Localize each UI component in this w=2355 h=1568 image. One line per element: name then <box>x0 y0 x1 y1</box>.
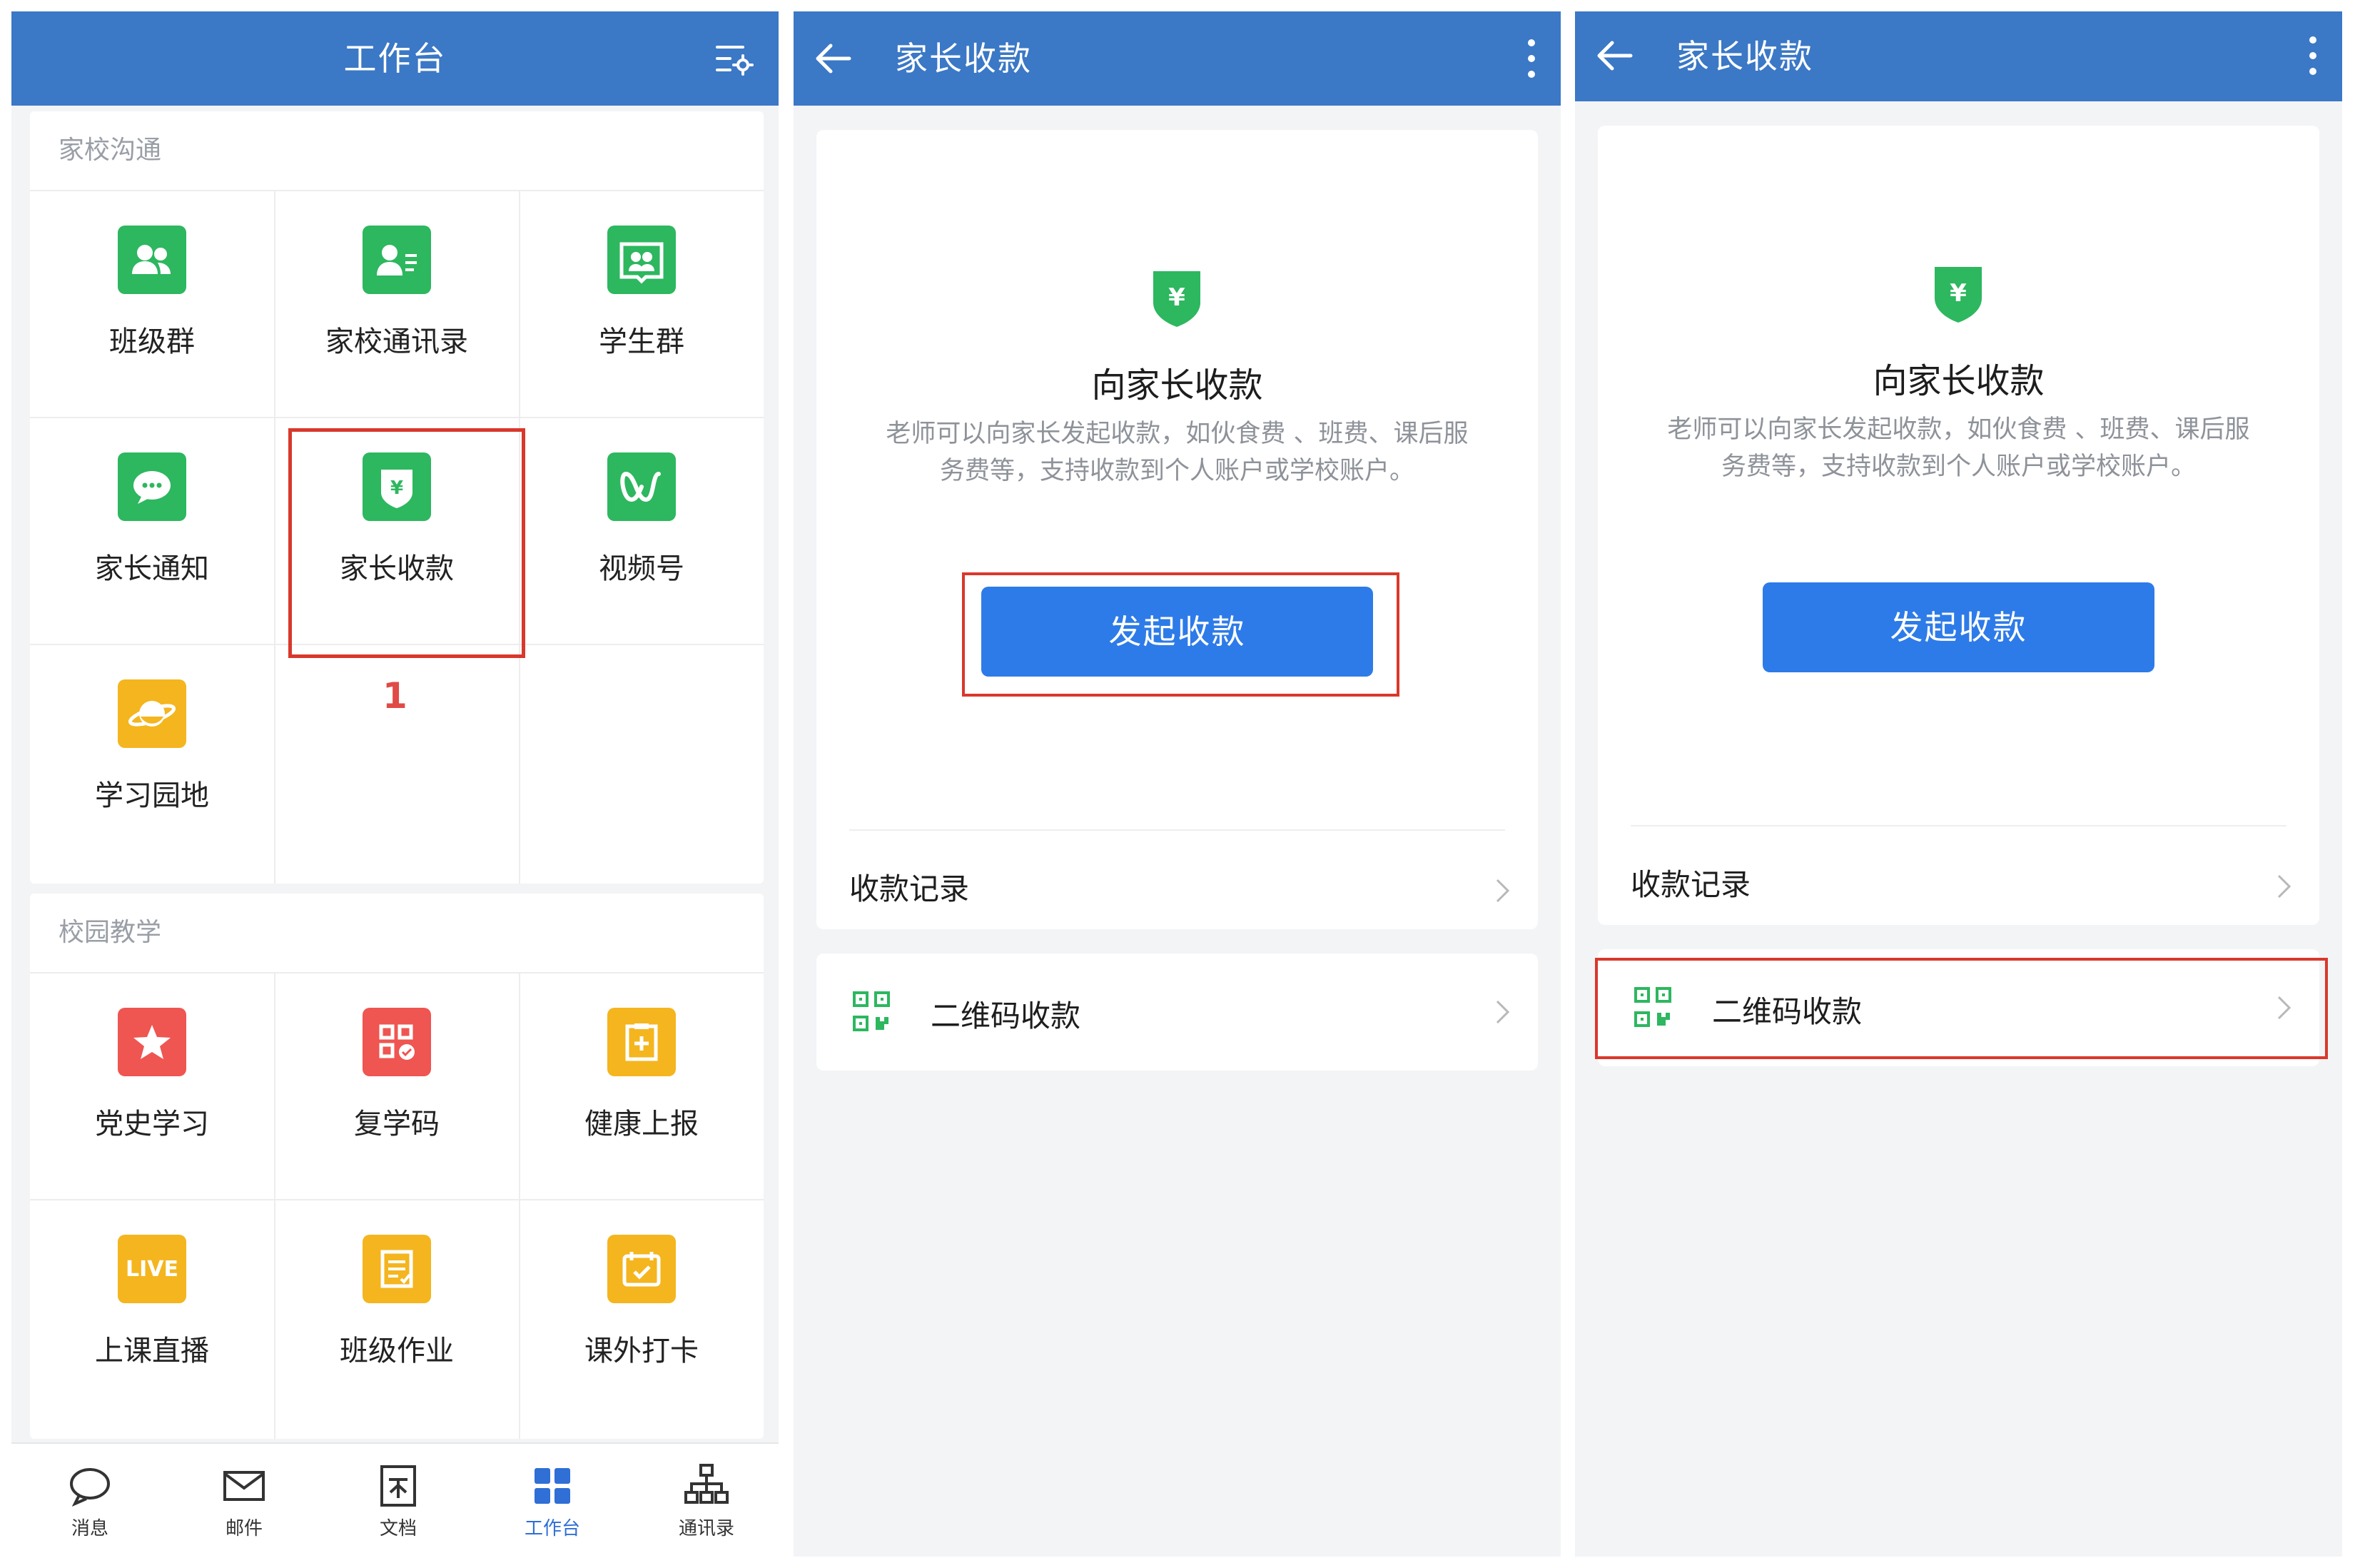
app-party-history[interactable]: 党史学习 <box>30 972 274 1199</box>
more-vertical-icon[interactable] <box>1526 37 1536 80</box>
card-description: 老师可以向家长发起收款，如伙食费 、班费、课后服 务费等，支持收款到个人账户或学… <box>873 415 1481 490</box>
app-study-garden[interactable]: 学习园地 <box>30 644 274 871</box>
chevron-right-icon[interactable] <box>1495 878 1511 904</box>
app-label: 复学码 <box>354 1108 440 1140</box>
section-title: 校园教学 <box>59 918 162 947</box>
app-return-code[interactable]: 复学码 <box>275 972 519 1199</box>
page-title: 工作台 <box>343 39 447 78</box>
nav-messages[interactable]: 消息 <box>19 1455 161 1555</box>
org-chart-icon <box>684 1464 729 1504</box>
start-payment-button[interactable]: 发起收款 <box>1763 582 2154 672</box>
top-bar: 家长收款 <box>794 11 1561 106</box>
nav-label: 邮件 <box>225 1518 263 1539</box>
app-label: 学生群 <box>599 325 684 358</box>
parent-payment-screen-qr: 家长收款 ¥ 向家长收款 老师可以向家长发起收款，如伙食费 、班费、课后服 务费… <box>1575 11 2342 1557</box>
top-bar: 家长收款 <box>1575 11 2342 101</box>
payment-records-label[interactable]: 收款记录 <box>849 865 969 909</box>
description-line: 务费等，支持收款到个人账户或学校账户。 <box>939 457 1414 485</box>
chevron-right-icon[interactable] <box>2276 874 2292 899</box>
mail-icon <box>223 1471 265 1501</box>
app-label: 健康上报 <box>584 1108 699 1140</box>
qr-payment-row[interactable]: 二维码收款 <box>816 954 1538 1071</box>
description-line: 老师可以向家长发起收款，如伙食费 、班费、课后服 <box>886 420 1469 448</box>
section-title: 家校沟通 <box>59 136 162 165</box>
card-title: 向家长收款 <box>1091 365 1263 405</box>
qr-payment-label: 二维码收款 <box>931 998 1081 1033</box>
payment-card: ¥ 向家长收款 老师可以向家长发起收款，如伙食费 、班费、课后服 务费等，支持收… <box>816 130 1538 929</box>
app-label: 党史学习 <box>95 1108 209 1140</box>
app-contacts[interactable]: 家校通讯录 <box>275 190 519 417</box>
app-label: 班级作业 <box>340 1335 454 1367</box>
nav-label: 工作台 <box>524 1518 580 1539</box>
app-student-group[interactable]: 学生群 <box>520 190 764 417</box>
highlight-box <box>288 428 525 658</box>
planet-icon <box>118 679 186 748</box>
nav-docs[interactable]: 文档 <box>327 1455 470 1555</box>
app-label: 家长通知 <box>95 552 209 585</box>
qr-code-icon <box>853 991 890 1031</box>
divider <box>849 829 1505 831</box>
nav-mail[interactable]: 邮件 <box>173 1455 315 1555</box>
app-label: 上课直播 <box>95 1335 209 1367</box>
highlight-box <box>962 572 1399 697</box>
app-label: 家校通讯录 <box>325 325 468 358</box>
nav-label: 通讯录 <box>678 1518 734 1539</box>
nav-label: 消息 <box>71 1518 108 1539</box>
payment-card: ¥ 向家长收款 老师可以向家长发起收款，如伙食费 、班费、课后服 务费等，支持收… <box>1598 126 2319 925</box>
payment-shield-icon: ¥ <box>1153 271 1200 327</box>
app-label: 学习园地 <box>95 779 209 812</box>
document-icon <box>380 1465 416 1507</box>
nav-contacts[interactable]: 通讯录 <box>635 1455 778 1555</box>
app-after-school-checkin[interactable]: 课外打卡 <box>520 1199 764 1426</box>
app-parent-notice[interactable]: 家长通知 <box>30 417 274 644</box>
app-class-group[interactable]: 班级群 <box>30 190 274 417</box>
message-icon <box>70 1468 110 1507</box>
back-arrow-icon[interactable] <box>1595 36 1635 76</box>
step-number: 1 <box>383 675 407 717</box>
app-label: 班级群 <box>109 325 195 358</box>
parent-payment-screen: 家长收款 ¥ 向家长收款 老师可以向家长发起收款，如伙食费 、班费、课后服 务费… <box>794 11 1561 1557</box>
star-icon <box>118 1008 186 1076</box>
app-video-channel[interactable]: 视频号 <box>520 417 764 644</box>
bottom-nav: 消息 邮件 文档 工作台 通讯录 <box>11 1442 779 1557</box>
description-line: 老师可以向家长发起收款，如伙食费 、班费、课后服 <box>1667 415 2250 444</box>
live-icon: LIVE <box>118 1235 186 1303</box>
workbench-icon <box>535 1468 570 1504</box>
svg-text:¥: ¥ <box>1950 279 1967 308</box>
app-label: 课外打卡 <box>584 1335 699 1367</box>
payment-shield-icon: ¥ <box>1935 267 1982 323</box>
check-in-icon <box>607 1235 676 1303</box>
more-vertical-icon[interactable] <box>2308 34 2318 77</box>
video-channel-icon <box>607 452 676 521</box>
group-icon <box>118 226 186 294</box>
nav-workbench[interactable]: 工作台 <box>481 1455 624 1555</box>
page-title: 家长收款 <box>1676 37 1813 76</box>
description-line: 务费等，支持收款到个人账户或学校账户。 <box>1721 452 2196 481</box>
app-class-homework[interactable]: 班级作业 <box>275 1199 519 1426</box>
contact-card-icon <box>363 226 431 294</box>
chat-bubble-icon <box>118 452 186 521</box>
nav-label: 文档 <box>379 1518 417 1539</box>
live-icon-text: LIVE <box>126 1257 178 1282</box>
workbench-screen: 工作台 家校沟通 班级群 家校通讯录 学生群 家长通知 ¥ 家长收款 视频号 学… <box>11 11 779 1557</box>
top-bar: 工作台 <box>11 11 779 106</box>
qr-check-icon <box>363 1008 431 1076</box>
homework-icon <box>363 1235 431 1303</box>
list-settings-icon[interactable] <box>714 41 754 77</box>
back-arrow-icon[interactable] <box>814 39 854 79</box>
app-label: 视频号 <box>599 552 684 585</box>
page-title: 家长收款 <box>895 39 1032 78</box>
app-live-class[interactable]: LIVE 上课直播 <box>30 1199 274 1426</box>
svg-text:¥: ¥ <box>1168 283 1185 312</box>
chevron-right-icon <box>1496 1000 1510 1024</box>
divider <box>1631 825 2286 826</box>
payment-records-label[interactable]: 收款记录 <box>1631 861 1751 904</box>
health-report-icon <box>607 1008 676 1076</box>
highlight-box <box>1595 958 2328 1059</box>
card-description: 老师可以向家长发起收款，如伙食费 、班费、课后服 务费等，支持收款到个人账户或学… <box>1655 411 2262 485</box>
card-title: 向家长收款 <box>1873 361 2045 401</box>
app-health-report[interactable]: 健康上报 <box>520 972 764 1199</box>
student-group-icon <box>607 226 676 294</box>
section-campus: 校园教学 党史学习 复学码 健康上报 LIVE 上课直播 班级作业 课外打卡 <box>30 894 764 1439</box>
